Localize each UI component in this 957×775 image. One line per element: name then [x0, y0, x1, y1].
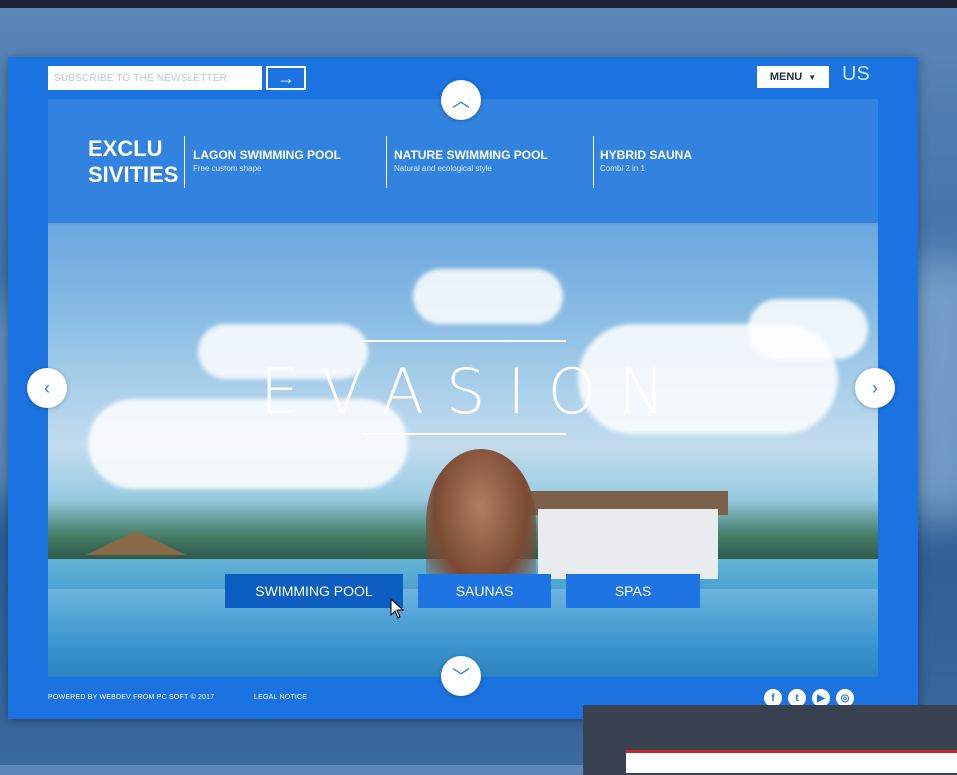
category-swimming-pool-button[interactable]: SWIMMING POOL	[225, 574, 403, 608]
caret-down-icon: ▼	[808, 72, 817, 82]
slider-next-button[interactable]: ›	[855, 368, 895, 408]
exclusivity-nature[interactable]: NATURE SWIMMING POOL Natural and ecologi…	[394, 148, 548, 173]
exclusivity-title: HYBRID SAUNA	[600, 148, 693, 162]
exclusivity-title: LAGON SWIMMING POOL	[193, 148, 341, 162]
hero-title: EVASION	[260, 355, 687, 428]
legal-notice-link[interactable]: LEGAL NOTICE	[254, 694, 307, 701]
title-rule-top	[362, 340, 566, 342]
exclusivity-divider	[593, 136, 594, 188]
slider-prev-button[interactable]: ‹	[27, 368, 67, 408]
exclusivity-lagon[interactable]: LAGON SWIMMING POOL Free custom shape	[193, 148, 341, 173]
title-rule-bottom	[362, 433, 566, 435]
exclusivity-title: NATURE SWIMMING POOL	[394, 148, 548, 162]
category-saunas-button[interactable]: SAUNAS	[418, 574, 551, 608]
newsletter-submit-button[interactable]: →	[266, 66, 306, 90]
brand-divider	[184, 136, 185, 188]
brand-title: EXCLU SIVITIES	[88, 136, 178, 188]
brand-line-2: SIVITIES	[88, 162, 179, 187]
scroll-down-button[interactable]: ﹀	[441, 656, 481, 696]
woman-figure	[426, 449, 536, 594]
overlay-window-content	[626, 750, 957, 773]
cloud	[413, 269, 563, 324]
house	[538, 509, 718, 579]
brand-line-1: EXCLU	[88, 136, 163, 161]
arrow-right-icon: →	[277, 68, 295, 88]
chevron-left-icon: ‹	[44, 377, 50, 398]
menu-label: MENU	[769, 71, 803, 83]
chevron-right-icon: ›	[872, 377, 878, 398]
menu-button[interactable]: MENU ▼	[757, 66, 829, 88]
powered-by-text[interactable]: POWERED BY WEBDEV FROM PC SOFT © 2017	[48, 694, 214, 701]
mouse-cursor-icon	[390, 598, 405, 619]
scroll-up-button[interactable]: ︿	[441, 80, 481, 120]
exclusivity-subtitle: Free custom shape	[193, 164, 262, 173]
browser-top-edge	[0, 0, 957, 8]
chevron-down-icon: ﹀	[452, 667, 470, 687]
category-spas-button[interactable]: SPAS	[566, 574, 700, 608]
exclusivity-hybrid-sauna[interactable]: HYBRID SAUNA Combi 2 in 1	[600, 148, 692, 173]
exclusivity-subtitle: Combi 2 in 1	[600, 164, 645, 173]
language-selector[interactable]: US	[842, 63, 870, 86]
exclusivity-divider	[386, 136, 387, 188]
cloud	[748, 299, 868, 359]
newsletter-input[interactable]: SUBSCRIBE TO THE NEWSLETTER	[48, 66, 262, 90]
chevron-up-icon: ︿	[452, 91, 470, 111]
exclusivity-subtitle: Natural and ecological style	[394, 164, 492, 173]
